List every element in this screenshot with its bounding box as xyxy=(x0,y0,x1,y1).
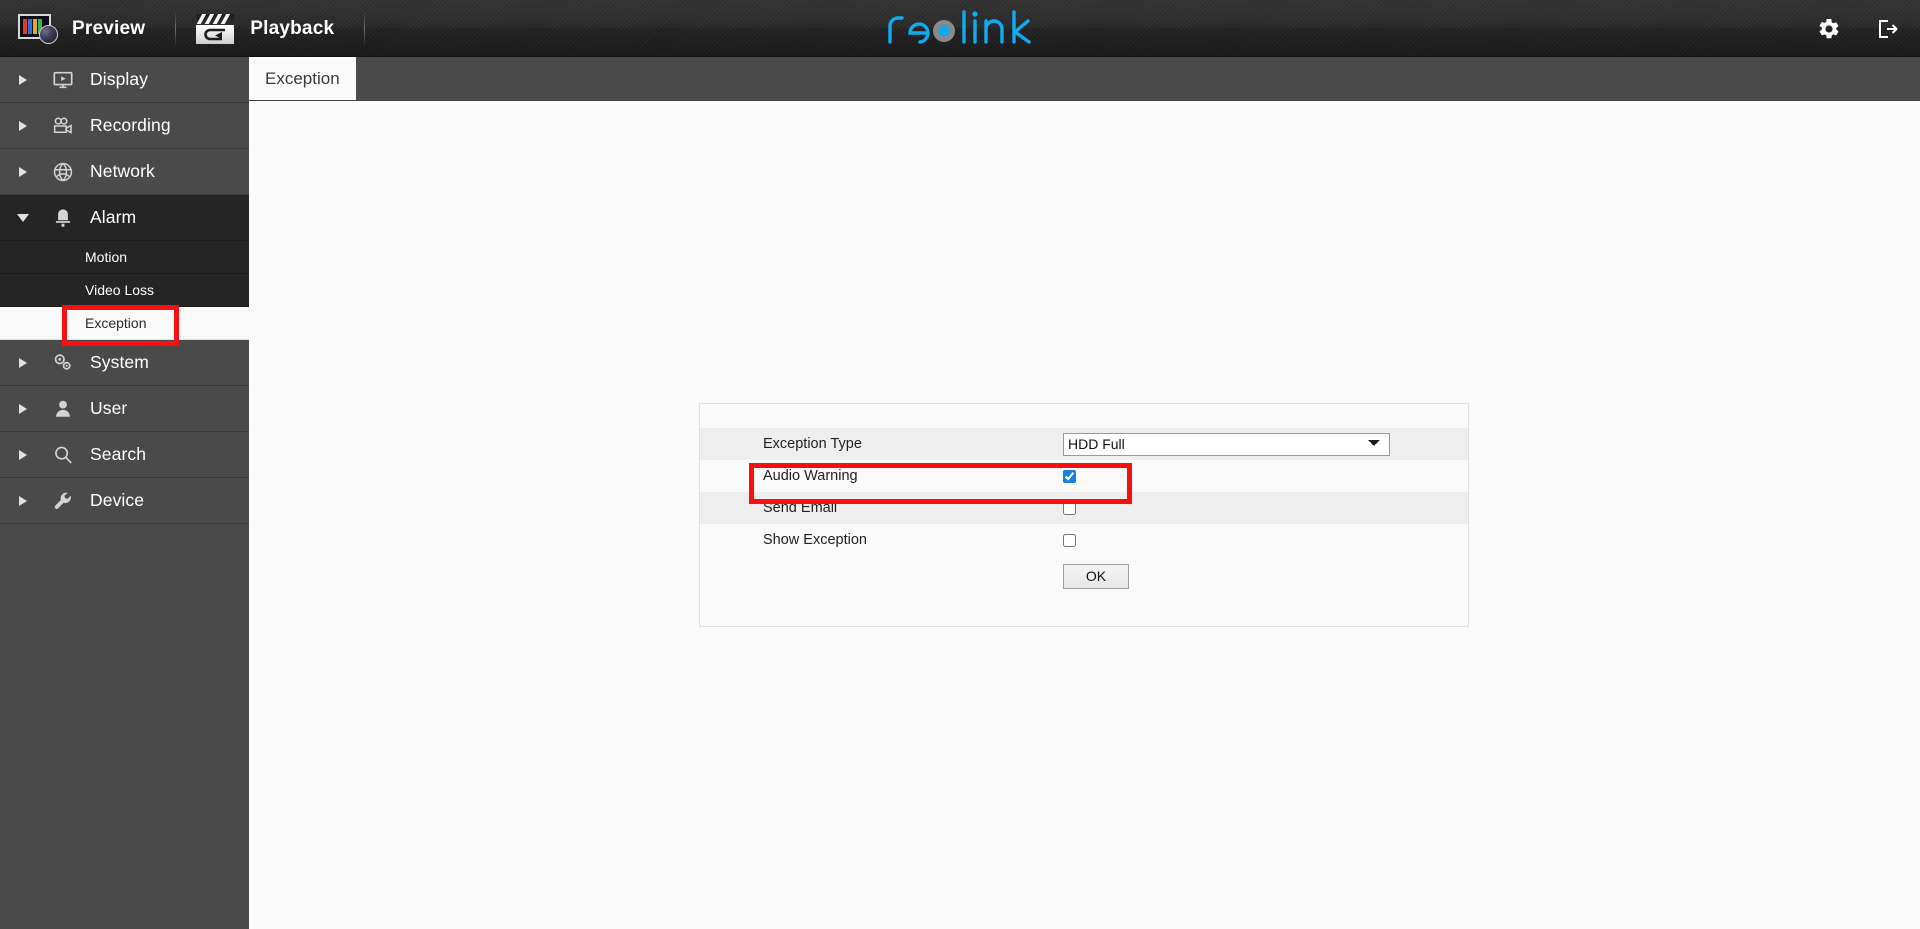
chevron-right-icon xyxy=(0,495,46,506)
sidebar-item-search-label: Search xyxy=(90,444,147,464)
top-nav-group: Preview Playback xyxy=(0,0,366,57)
reolink-logo xyxy=(884,8,1036,48)
tab-exception[interactable]: Exception xyxy=(249,57,356,100)
sidebar-item-recording-label: Recording xyxy=(90,115,171,135)
chevron-right-icon xyxy=(0,449,46,460)
show-exception-label: Show Exception xyxy=(763,532,867,548)
audio-warning-label: Audio Warning xyxy=(763,468,858,484)
chevron-right-icon xyxy=(0,357,46,368)
sidebar-item-search[interactable]: Search xyxy=(0,432,249,478)
gears-icon xyxy=(46,352,80,374)
camcorder-icon xyxy=(46,115,80,137)
sidebar-item-device-label: Device xyxy=(90,490,145,510)
panel-header-spacer xyxy=(700,404,1468,428)
sidebar-item-network-label: Network xyxy=(90,161,155,181)
chevron-down-icon xyxy=(0,213,46,222)
chevron-right-icon xyxy=(0,166,46,177)
row-send-email: Send Email xyxy=(700,492,1468,524)
sidebar-subitem-motion[interactable]: Motion xyxy=(0,241,249,274)
nav-divider-2 xyxy=(364,11,366,46)
reolink-logo-mark xyxy=(888,10,1031,44)
content-area: Exception Type HDD Full HDD Error Networ… xyxy=(249,101,1920,929)
ok-button[interactable]: OK xyxy=(1063,563,1129,589)
person-icon xyxy=(46,398,80,420)
exception-settings-panel: Exception Type HDD Full HDD Error Networ… xyxy=(699,403,1469,627)
magnifier-icon xyxy=(46,444,80,466)
nav-item-playback-label: Playback xyxy=(250,17,335,39)
sidebar-item-recording[interactable]: Recording xyxy=(0,103,249,149)
row-audio-warning: Audio Warning xyxy=(700,460,1468,492)
sidebar-item-system[interactable]: System xyxy=(0,340,249,386)
logout-icon[interactable] xyxy=(1870,12,1904,46)
sidebar-subitem-exception-label: Exception xyxy=(85,315,147,331)
clapper-board-icon xyxy=(194,13,236,45)
tab-exception-label: Exception xyxy=(265,68,340,88)
sidebar-item-system-label: System xyxy=(90,352,149,372)
show-exception-checkbox[interactable] xyxy=(1063,533,1076,547)
sidebar-item-device[interactable]: Device xyxy=(0,478,249,524)
sidebar-item-network[interactable]: Network xyxy=(0,149,249,195)
sidebar-subitem-video-loss-label: Video Loss xyxy=(85,282,155,298)
sidebar-item-alarm-label: Alarm xyxy=(90,207,137,227)
bell-icon xyxy=(46,207,80,229)
tab-strip: Exception xyxy=(249,57,1920,101)
row-ok-action: OK xyxy=(700,556,1468,596)
nav-item-playback[interactable]: Playback xyxy=(176,0,360,57)
sidebar-item-user-label: User xyxy=(90,398,128,418)
wrench-icon xyxy=(46,490,80,512)
nav-item-preview-label: Preview xyxy=(72,17,146,39)
audio-warning-checkbox[interactable] xyxy=(1063,469,1076,483)
exception-type-label: Exception Type xyxy=(763,436,862,452)
sidebar-item-display[interactable]: Display xyxy=(0,57,249,103)
chevron-right-icon xyxy=(0,403,46,414)
sidebar-subitem-video-loss[interactable]: Video Loss xyxy=(0,274,249,307)
chevron-right-icon xyxy=(0,120,46,131)
sidebar-item-alarm[interactable]: Alarm xyxy=(0,195,249,241)
exception-type-select[interactable]: HDD Full HDD Error Network Disconnected … xyxy=(1063,432,1390,456)
gear-icon[interactable] xyxy=(1812,12,1846,46)
send-email-label: Send Email xyxy=(763,500,838,516)
globe-icon xyxy=(46,161,80,183)
sidebar-item-user[interactable]: User xyxy=(0,386,249,432)
send-email-checkbox[interactable] xyxy=(1063,501,1076,515)
sidebar-subitem-motion-label: Motion xyxy=(85,249,128,265)
top-bar-actions xyxy=(1812,0,1904,57)
monitor-icon xyxy=(46,69,80,91)
row-exception-type: Exception Type HDD Full HDD Error Networ… xyxy=(700,428,1468,460)
sidebar-subitem-exception[interactable]: Exception xyxy=(0,307,249,340)
preview-monitor-icon xyxy=(18,13,58,44)
chevron-right-icon xyxy=(0,74,46,85)
row-show-exception: Show Exception xyxy=(700,524,1468,556)
nav-item-preview[interactable]: Preview xyxy=(0,0,171,57)
sidebar: Display Recording Network Alarm Motion V… xyxy=(0,57,249,929)
top-bar: Preview Playback xyxy=(0,0,1920,57)
sidebar-item-display-label: Display xyxy=(90,69,149,89)
